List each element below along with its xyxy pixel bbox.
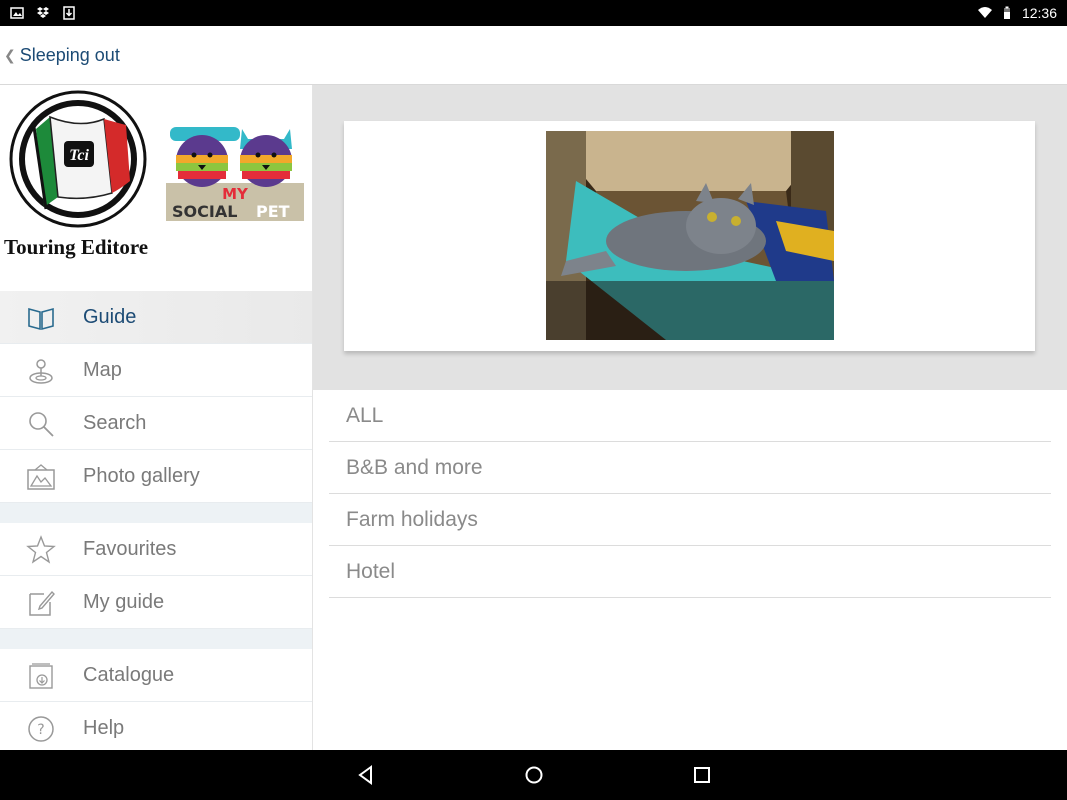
home-circle-icon — [525, 766, 542, 784]
nav-home-button[interactable] — [510, 755, 558, 795]
svg-text:?: ? — [37, 722, 44, 738]
list-item-hotel[interactable]: Hotel — [329, 546, 1051, 598]
category-list: ALL B&B and more Farm holidays Hotel — [329, 390, 1051, 598]
star-icon — [26, 535, 56, 564]
help-icon: ? — [28, 716, 54, 742]
system-navigation-bar — [0, 750, 1067, 800]
pet-face-left — [170, 127, 240, 187]
sidebar-item-label: Search — [83, 411, 147, 434]
search-icon — [29, 412, 54, 437]
sidebar-item-label: Photo gallery — [83, 464, 200, 487]
sidebar-item-label: Favourites — [83, 537, 177, 560]
logo-text-my: MY — [222, 185, 249, 203]
menu-section-divider — [0, 629, 312, 649]
back-chevron-icon[interactable]: ❮ — [4, 47, 16, 64]
main-content: ALL B&B and more Farm holidays Hotel — [313, 85, 1067, 750]
dropbox-icon — [37, 7, 49, 18]
status-bar: 12:36 — [0, 0, 1067, 26]
sidebar-item-label: Guide — [83, 305, 137, 328]
sidebar-item-map[interactable]: Map — [0, 344, 312, 397]
navigation-drawer: Tci Touring Editore MY SOCIAL PET Guide … — [0, 85, 313, 750]
back-button[interactable]: Sleeping out — [20, 45, 120, 66]
recents-square-icon — [693, 767, 710, 783]
sidebar-item-my-guide[interactable]: My guide — [0, 576, 312, 629]
sidebar-item-catalogue[interactable]: Catalogue — [0, 649, 312, 702]
sidebar-item-photo-gallery[interactable]: Photo gallery — [0, 450, 312, 503]
wifi-icon — [977, 7, 992, 18]
download-icon — [63, 6, 75, 20]
sidebar-item-label: Help — [83, 716, 125, 739]
map-pin-icon — [29, 359, 53, 384]
image-icon — [10, 7, 24, 19]
back-triangle-icon — [357, 765, 372, 785]
logo-area: Tci Touring Editore MY SOCIAL PET — [0, 85, 312, 291]
catalogue-download-icon — [29, 663, 53, 689]
photo-gallery-icon — [27, 464, 55, 490]
nav-recents-button[interactable] — [678, 755, 726, 795]
status-time: 12:36 — [1021, 5, 1057, 21]
sidebar-item-label: Map — [83, 358, 122, 381]
list-item-all[interactable]: ALL — [329, 390, 1051, 442]
sidebar-item-guide[interactable]: Guide — [0, 291, 312, 344]
banner-area — [313, 85, 1067, 390]
nav-back-button[interactable] — [342, 755, 390, 795]
tci-logo: Tci — [9, 90, 147, 228]
book-icon — [28, 307, 54, 331]
sidebar-item-favourites[interactable]: Favourites — [0, 523, 312, 576]
my-social-pet-logo: MY SOCIAL PET — [166, 127, 304, 221]
list-item-bb-and-more[interactable]: B&B and more — [329, 442, 1051, 494]
menu-section-divider — [0, 503, 312, 523]
battery-icon — [1003, 6, 1010, 19]
pet-face-right — [240, 129, 292, 187]
sidebar-item-label: Catalogue — [83, 663, 175, 686]
status-right-icons: 12:36 — [977, 5, 1057, 21]
sidebar-item-label: My guide — [83, 590, 165, 613]
tci-emblem-text: Tci — [69, 147, 89, 164]
publisher-name: Touring Editore — [4, 235, 149, 259]
logo-text-pet: PET — [256, 202, 290, 221]
sidebar-item-help[interactable]: ? Help — [0, 702, 312, 750]
banner-card — [344, 121, 1035, 351]
edit-icon — [29, 590, 55, 616]
list-item-farm-holidays[interactable]: Farm holidays — [329, 494, 1051, 546]
action-bar: ❮ Sleeping out — [0, 26, 1067, 85]
cat-in-carrier-photo — [546, 131, 834, 340]
status-left-icons — [10, 6, 76, 20]
sidebar-item-search[interactable]: Search — [0, 397, 312, 450]
logo-text-social: SOCIAL — [172, 202, 237, 221]
